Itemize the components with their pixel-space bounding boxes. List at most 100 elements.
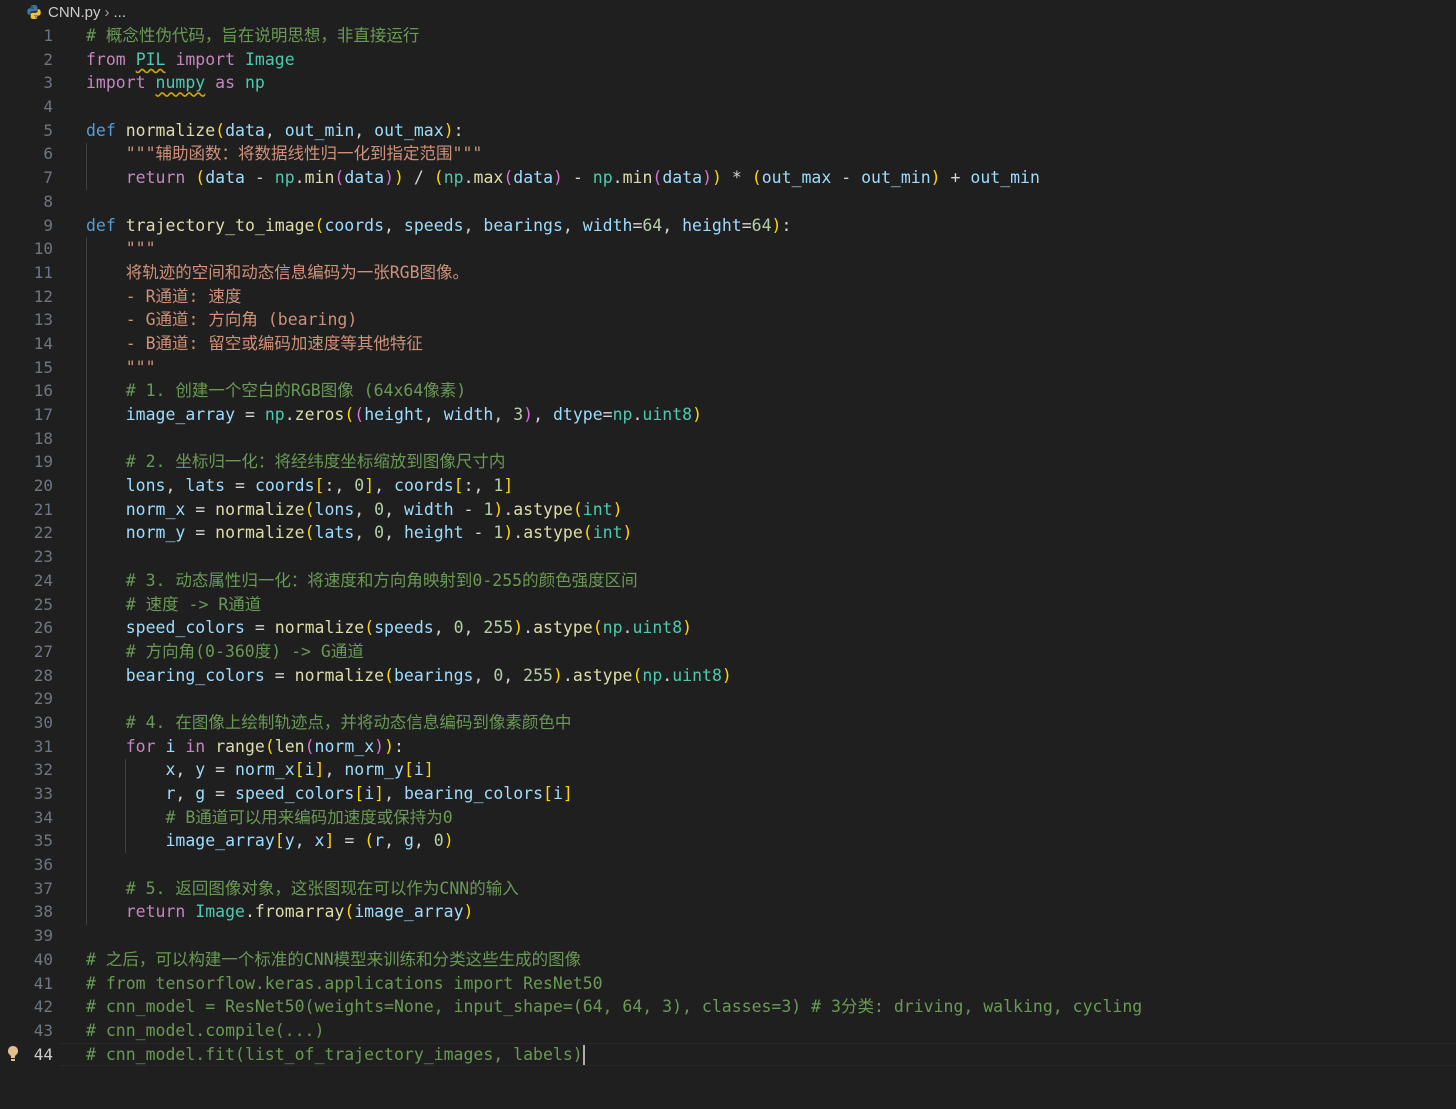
code-text[interactable]: # 之后，可以构建一个标准的CNN模型来训练和分类这些生成的图像 xyxy=(86,948,581,972)
code-line[interactable]: 12 - R通道: 速度 xyxy=(0,285,1456,309)
code-text[interactable]: # 概念性伪代码，旨在说明思想，非直接运行 xyxy=(86,24,419,48)
code-text[interactable]: def trajectory_to_image(coords, speeds, … xyxy=(86,214,791,238)
code-token: , xyxy=(384,831,404,851)
code-line[interactable]: 38 return Image.fromarray(image_array) xyxy=(0,900,1456,924)
code-line[interactable]: 37 # 5. 返回图像对象，这张图现在可以作为CNN的输入 xyxy=(0,877,1456,901)
code-token: = xyxy=(205,784,236,803)
line-number: 11 xyxy=(33,262,53,282)
code-text[interactable]: # 4. 在图像上绘制轨迹点，并将动态信息编码到像素颜色中 xyxy=(86,711,572,735)
code-line[interactable]: 41 # from tensorflow.keras.applications i… xyxy=(0,972,1456,996)
code-text[interactable]: x, y = norm_x[i], norm_y[i] xyxy=(86,758,433,782)
code-text[interactable]: image_array[y, x] = (r, g, 0) xyxy=(86,829,453,853)
code-line[interactable]: 26 speed_colors = normalize(speeds, 0, 2… xyxy=(0,616,1456,640)
code-text[interactable]: from PIL import Image xyxy=(86,48,295,72)
code-line[interactable]: 18 xyxy=(0,427,1456,451)
code-line[interactable]: 2 from PIL import Image xyxy=(0,48,1456,72)
code-line[interactable]: 31 for i in range(len(norm_x)): xyxy=(0,735,1456,759)
code-line[interactable]: 10 """ xyxy=(0,237,1456,261)
code-line[interactable]: 11 将轨迹的空间和动态信息编码为一张RGB图像。 xyxy=(0,261,1456,285)
code-line[interactable]: 17 image_array = np.zeros((height, width… xyxy=(0,403,1456,427)
code-line[interactable]: 9 def trajectory_to_image(coords, speeds,… xyxy=(0,214,1456,238)
code-text[interactable]: # 3. 动态属性归一化：将速度和方向角映射到0-255的颜色强度区间 xyxy=(86,569,638,593)
code-text[interactable]: """辅助函数：将数据线性归一化到指定范围""" xyxy=(86,142,483,166)
code-line[interactable]: 29 xyxy=(0,687,1456,711)
code-text[interactable]: """ xyxy=(86,237,156,261)
code-line[interactable]: 7 return (data - np.min(data)) / (np.max… xyxy=(0,166,1456,190)
code-text[interactable]: for i in range(len(norm_x)): xyxy=(86,735,404,759)
code-line[interactable]: 21 norm_x = normalize(lons, 0, width - 1… xyxy=(0,498,1456,522)
code-text[interactable]: """ xyxy=(86,356,156,380)
code-text[interactable]: # B通道可以用来编码加速度或保持为0 xyxy=(86,806,452,830)
code-line[interactable]: 19 # 2. 坐标归一化：将经纬度坐标缩放到图像尺寸内 xyxy=(0,450,1456,474)
code-line[interactable]: 32 x, y = norm_x[i], norm_y[i] xyxy=(0,758,1456,782)
code-token: 0 xyxy=(453,618,464,638)
code-line[interactable]: 8 xyxy=(0,190,1456,214)
code-line[interactable]: 6 """辅助函数：将数据线性归一化到指定范围""" xyxy=(0,142,1456,166)
code-line[interactable]: 33 r, g = speed_colors[i], bearing_color… xyxy=(0,782,1456,806)
code-text[interactable]: return Image.fromarray(image_array) xyxy=(86,900,474,924)
code-text[interactable]: # cnn_model = ResNet50(weights=None, inp… xyxy=(86,995,1142,1019)
code-text[interactable]: lons, lats = coords[:, 0], coords[:, 1] xyxy=(86,474,514,498)
code-text[interactable]: r, g = speed_colors[i], bearing_colors[i… xyxy=(86,782,572,806)
code-text[interactable]: - B通道: 留空或编码加速度等其他特征 xyxy=(86,332,423,356)
code-line[interactable]: 13 - G通道: 方向角 (bearing) xyxy=(0,308,1456,332)
code-editor[interactable]: 1 # 概念性伪代码，旨在说明思想，非直接运行 2 from PIL import I… xyxy=(0,24,1456,1067)
code-line[interactable]: 42 # cnn_model = ResNet50(weights=None, i… xyxy=(0,995,1456,1019)
code-line[interactable]: 44 # cnn_model.fit(list_of_trajectory_ima… xyxy=(0,1042,1456,1067)
code-text[interactable]: norm_y = normalize(lats, 0, height - 1).… xyxy=(86,521,633,545)
code-text[interactable]: # 2. 坐标归一化：将经纬度坐标缩放到图像尺寸内 xyxy=(86,450,506,474)
code-token: = xyxy=(225,476,255,496)
code-line[interactable]: 16 # 1. 创建一个空白的RGB图像 (64x64像素) xyxy=(0,379,1456,403)
code-token: coords xyxy=(254,476,315,496)
code-text[interactable]: norm_x = normalize(lons, 0, width - 1).a… xyxy=(86,498,623,522)
code-text[interactable]: # cnn_model.fit(list_of_trajectory_image… xyxy=(86,1043,585,1067)
code-text[interactable]: # 1. 创建一个空白的RGB图像 (64x64像素) xyxy=(86,379,466,403)
code-text[interactable]: # 5. 返回图像对象，这张图现在可以作为CNN的输入 xyxy=(86,877,519,901)
code-line[interactable]: 22 norm_y = normalize(lats, 0, height - … xyxy=(0,521,1456,545)
code-line[interactable]: 14 - B通道: 留空或编码加速度等其他特征 xyxy=(0,332,1456,356)
code-line[interactable]: 15 """ xyxy=(0,356,1456,380)
code-line[interactable]: 39 xyxy=(0,924,1456,948)
code-line[interactable]: 4 xyxy=(0,95,1456,119)
code-token: def xyxy=(86,120,116,140)
code-text[interactable]: image_array = np.zeros((height, width, 3… xyxy=(86,403,702,427)
code-line[interactable]: 36 xyxy=(0,853,1456,877)
code-text[interactable]: def normalize(data, out_min, out_max): xyxy=(86,119,464,143)
code-line[interactable]: 34 # B通道可以用来编码加速度或保持为0 xyxy=(0,806,1456,830)
code-line[interactable]: 5 def normalize(data, out_min, out_max): xyxy=(0,119,1456,143)
code-line[interactable]: 25 # 速度 -> R通道 xyxy=(0,593,1456,617)
code-text[interactable]: # from tensorflow.keras.applications imp… xyxy=(86,972,603,996)
code-line[interactable]: 3 import numpy as np xyxy=(0,71,1456,95)
code-text[interactable]: # 方向角(0-360度) -> G通道 xyxy=(86,640,364,664)
code-line[interactable]: 27 # 方向角(0-360度) -> G通道 xyxy=(0,640,1456,664)
code-token: astype xyxy=(523,523,583,543)
code-line[interactable]: 28 bearing_colors = normalize(bearings, … xyxy=(0,664,1456,688)
line-number: 26 xyxy=(33,618,53,638)
breadcrumb-symbols[interactable]: ... xyxy=(114,4,127,21)
breadcrumb-file[interactable]: CNN.py xyxy=(48,4,101,21)
code-text[interactable]: 将轨迹的空间和动态信息编码为一张RGB图像。 xyxy=(86,261,469,285)
code-text[interactable]: return (data - np.min(data)) / (np.max(d… xyxy=(86,166,1040,190)
code-line[interactable]: 20 lons, lats = coords[:, 0], coords[:, … xyxy=(0,474,1456,498)
code-text[interactable]: speed_colors = normalize(speeds, 0, 255)… xyxy=(86,616,692,640)
code-line[interactable]: 40 # 之后，可以构建一个标准的CNN模型来训练和分类这些生成的图像 xyxy=(0,948,1456,972)
code-text[interactable]: - R通道: 速度 xyxy=(86,285,242,309)
code-line[interactable]: 23 xyxy=(0,545,1456,569)
code-line[interactable]: 1 # 概念性伪代码，旨在说明思想，非直接运行 xyxy=(0,24,1456,48)
code-line[interactable]: 43 # cnn_model.compile(...) xyxy=(0,1019,1456,1043)
code-text[interactable]: # cnn_model.compile(...) xyxy=(86,1019,324,1043)
code-text[interactable]: - G通道: 方向角 (bearing) xyxy=(86,308,358,332)
code-text[interactable]: import numpy as np xyxy=(86,71,265,95)
code-line[interactable]: 24 # 3. 动态属性归一化：将速度和方向角映射到0-255的颜色强度区间 xyxy=(0,569,1456,593)
code-token: 255 xyxy=(523,665,553,685)
code-text[interactable]: bearing_colors = normalize(bearings, 0, … xyxy=(86,664,732,688)
code-text[interactable]: # 速度 -> R通道 xyxy=(86,593,262,617)
code-line[interactable]: 35 image_array[y, x] = (r, g, 0) xyxy=(0,829,1456,853)
code-line[interactable]: 30 # 4. 在图像上绘制轨迹点，并将动态信息编码到像素颜色中 xyxy=(0,711,1456,735)
breadcrumb[interactable]: CNN.py › ... xyxy=(0,0,1456,24)
line-number: 38 xyxy=(33,902,53,922)
code-token: ) xyxy=(443,120,454,140)
